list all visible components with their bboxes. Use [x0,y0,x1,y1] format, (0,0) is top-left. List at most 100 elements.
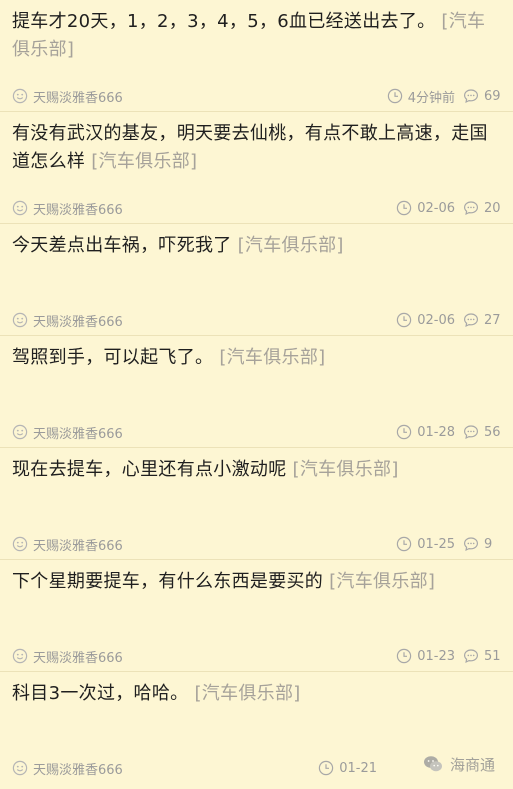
post-content: 有没有武汉的基友，明天要去仙桃，有点不敢上高速，走国道怎么样 [汽车俱乐部] [12,120,503,176]
post-tag[interactable]: [汽车俱乐部] [91,151,197,172]
clock-icon [397,200,412,216]
comment-count[interactable]: 51 [463,648,503,664]
time-label: 01-25 [417,536,455,552]
post-stats: 01-21 [318,758,385,778]
time-label: 01-21 [339,760,377,776]
post-author[interactable]: 天赐淡雅香666 [12,422,123,442]
smiley-icon [12,536,28,552]
post-meta: 天赐淡雅香666 02-06 27 [12,310,503,330]
post-stats: 01-28 56 [396,422,503,442]
post-text: 提车才20天，1，2，3，4，5，6血已经送出去了。 [12,11,436,32]
smiley-icon [12,200,28,216]
post-author[interactable]: 天赐淡雅香666 [12,758,123,778]
clock-icon [397,648,412,664]
post-text: 有没有武汉的基友，明天要去仙桃，有点不敢上高速，走国道怎么样 [12,123,488,172]
time-label: 4分钟前 [407,90,455,106]
author-name: 天赐淡雅香666 [33,314,123,330]
post-stats: 4分钟前 69 [387,86,503,106]
clock-icon [319,760,334,776]
post-time: 01-21 [318,760,377,776]
comment-bubble-icon [463,537,479,552]
post-meta: 天赐淡雅香666 4分钟前 69 [12,86,503,106]
post-text: 驾照到手，可以起飞了。 [12,347,214,368]
smiley-icon [12,424,28,440]
comment-count[interactable]: 9 [463,536,503,552]
post-item[interactable]: 驾照到手，可以起飞了。 [汽车俱乐部] 天赐淡雅香666 01-28 56 [0,336,513,448]
time-label: 02-06 [417,312,455,328]
watermark-text: 海商通 [449,755,495,774]
author-name: 天赐淡雅香666 [33,538,123,554]
author-name: 天赐淡雅香666 [33,90,123,106]
post-text: 下个星期要提车，有什么东西是要买的 [12,571,324,592]
post-item[interactable]: 有没有武汉的基友，明天要去仙桃，有点不敢上高速，走国道怎么样 [汽车俱乐部] 天赐… [0,112,513,224]
comment-count-label: 9 [484,536,493,552]
watermark-right: 海商通 [422,753,495,775]
post-stats: 02-06 20 [396,198,503,218]
post-item[interactable]: 下个星期要提车，有什么东西是要买的 [汽车俱乐部] 天赐淡雅香666 01-23… [0,560,513,672]
post-text: 今天差点出车祸，吓死我了 [12,235,232,256]
post-item[interactable]: 提车才20天，1，2，3，4，5，6血已经送出去了。 [汽车俱乐部] 天赐淡雅香6… [0,0,513,112]
comment-bubble-icon [463,313,479,328]
post-content: 现在去提车，心里还有点小激动呢 [汽车俱乐部] [12,456,503,484]
comment-count-label: 27 [484,312,501,328]
comment-count-label: 51 [484,648,501,664]
post-tag[interactable]: [汽车俱乐部] [219,347,325,368]
post-tag[interactable]: [汽车俱乐部] [194,683,300,704]
comment-count[interactable]: 56 [463,424,503,440]
post-author[interactable]: 天赐淡雅香666 [12,86,123,106]
post-feed: 提车才20天，1，2，3，4，5，6血已经送出去了。 [汽车俱乐部] 天赐淡雅香6… [0,0,513,784]
post-time: 01-25 [396,536,455,552]
post-time: 02-06 [396,200,455,216]
post-text: 现在去提车，心里还有点小激动呢 [12,459,287,480]
comment-count-label: 69 [484,88,501,104]
clock-icon [397,536,412,552]
comment-bubble-icon [463,649,479,664]
post-time: 02-06 [396,312,455,328]
time-label: 01-28 [417,424,455,440]
comment-count[interactable]: 20 [463,200,503,216]
post-author[interactable]: 天赐淡雅香666 [12,198,123,218]
comment-bubble-icon [463,201,479,216]
post-tag[interactable]: [汽车俱乐部] [293,459,399,480]
wechat-icon [423,756,442,772]
post-author[interactable]: 天赐淡雅香666 [12,310,123,330]
post-item[interactable]: 今天差点出车祸，吓死我了 [汽车俱乐部] 天赐淡雅香666 02-06 27 [0,224,513,336]
comment-bubble-icon [463,89,479,104]
post-meta: 天赐淡雅香666 01-28 56 [12,422,503,442]
post-time: 01-28 [396,424,455,440]
author-name: 天赐淡雅香666 [33,762,123,778]
time-label: 01-23 [417,648,455,664]
author-name: 天赐淡雅香666 [33,202,123,218]
post-stats: 01-23 51 [396,646,503,666]
post-time: 4分钟前 [387,87,455,106]
post-stats: 02-06 27 [396,310,503,330]
post-author[interactable]: 天赐淡雅香666 [12,534,123,554]
post-content: 驾照到手，可以起飞了。 [汽车俱乐部] [12,344,503,372]
post-text: 科目3一次过，哈哈。 [12,683,189,704]
clock-icon [387,88,402,104]
comment-count[interactable]: 69 [463,88,503,104]
post-meta: 天赐淡雅香666 01-23 51 [12,646,503,666]
post-content: 下个星期要提车，有什么东西是要买的 [汽车俱乐部] [12,568,503,596]
post-content: 今天差点出车祸，吓死我了 [汽车俱乐部] [12,232,503,260]
post-stats: 01-25 9 [396,534,503,554]
smiley-icon [12,760,28,776]
comment-count-label: 20 [484,200,501,216]
author-name: 天赐淡雅香666 [33,650,123,666]
post-tag[interactable]: [汽车俱乐部] [329,571,435,592]
post-author[interactable]: 天赐淡雅香666 [12,646,123,666]
author-name: 天赐淡雅香666 [33,426,123,442]
post-content: 提车才20天，1，2，3，4，5，6血已经送出去了。 [汽车俱乐部] [12,8,503,64]
post-tag[interactable]: [汽车俱乐部] [238,235,344,256]
post-content: 科目3一次过，哈哈。 [汽车俱乐部] [12,680,503,708]
post-meta: 天赐淡雅香666 02-06 20 [12,198,503,218]
comment-bubble-icon [463,425,479,440]
post-item[interactable]: 现在去提车，心里还有点小激动呢 [汽车俱乐部] 天赐淡雅香666 01-25 9 [0,448,513,560]
post-time: 01-23 [396,648,455,664]
clock-icon [397,312,412,328]
comment-count[interactable]: 27 [463,312,503,328]
clock-icon [397,424,412,440]
post-meta: 天赐淡雅香666 01-25 9 [12,534,503,554]
smiley-icon [12,312,28,328]
comment-count-label: 56 [484,424,501,440]
